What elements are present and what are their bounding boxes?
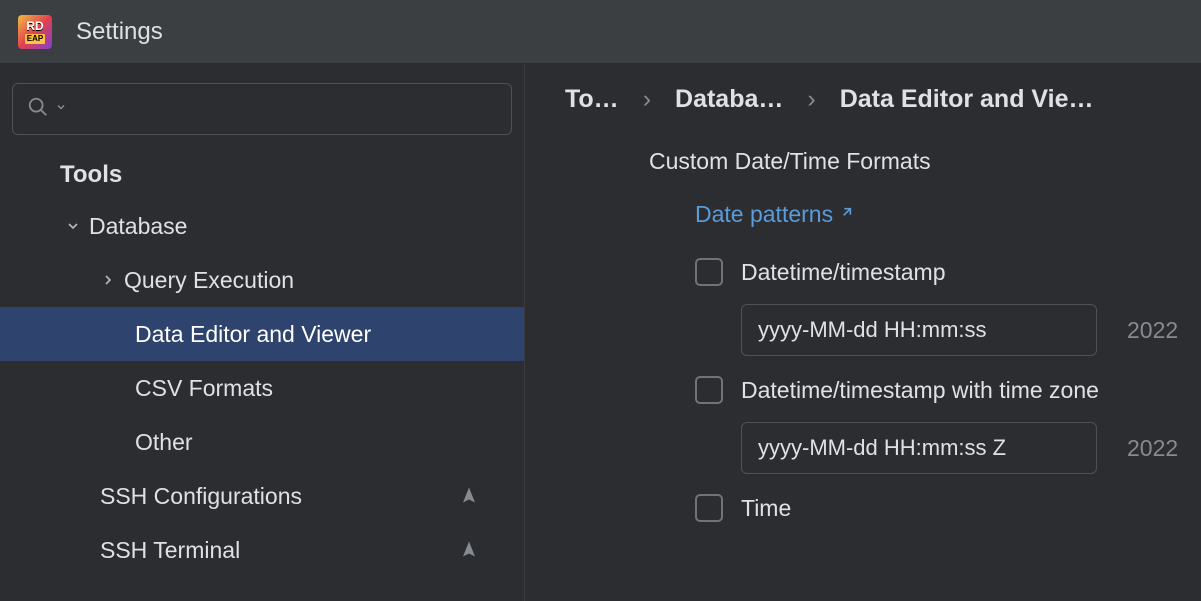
field-label: Datetime/timestamp with time zone bbox=[741, 377, 1099, 404]
tree-item-label: Database bbox=[89, 213, 187, 240]
breadcrumb-item: Data Editor and Vie… bbox=[840, 85, 1094, 114]
project-scope-icon bbox=[460, 483, 478, 510]
search-input[interactable] bbox=[73, 98, 497, 121]
settings-content: To… › Databa… › Data Editor and Vie… Cus… bbox=[525, 63, 1201, 601]
tree-item-label: CSV Formats bbox=[135, 375, 273, 402]
settings-tree: Tools Database Query Execution D bbox=[0, 149, 524, 601]
search-icon bbox=[27, 96, 49, 123]
app-icon: RD EAP bbox=[18, 15, 52, 49]
tree-item-ssh-configurations[interactable]: SSH Configurations bbox=[0, 469, 524, 523]
tree-item-data-editor-viewer[interactable]: Data Editor and Viewer bbox=[0, 307, 524, 361]
chevron-right-icon: › bbox=[807, 85, 815, 114]
search-box[interactable] bbox=[12, 83, 512, 135]
tree-item-database[interactable]: Database bbox=[0, 199, 524, 253]
datetime-tz-format-input[interactable] bbox=[741, 422, 1097, 474]
breadcrumb-item[interactable]: Databa… bbox=[675, 85, 783, 114]
datetime-format-input[interactable] bbox=[741, 304, 1097, 356]
tree-item-label: Other bbox=[135, 429, 193, 456]
tree-item-csv-formats[interactable]: CSV Formats bbox=[0, 361, 524, 415]
date-patterns-link[interactable]: Date patterns bbox=[695, 201, 833, 228]
tree-item-label: SSH Terminal bbox=[100, 537, 240, 564]
breadcrumb-item[interactable]: To… bbox=[565, 85, 619, 114]
window-title: Settings bbox=[76, 18, 163, 46]
project-scope-icon bbox=[460, 537, 478, 564]
field-label: Datetime/timestamp bbox=[741, 259, 946, 286]
preview-text: 2022 bbox=[1127, 435, 1178, 462]
search-dropdown-icon[interactable] bbox=[55, 100, 67, 118]
datetime-tz-checkbox[interactable] bbox=[695, 376, 723, 404]
tree-heading-tools: Tools bbox=[0, 155, 524, 199]
field-label: Time bbox=[741, 495, 791, 522]
chevron-right-icon: › bbox=[643, 85, 651, 114]
preview-text: 2022 bbox=[1127, 317, 1178, 344]
tree-item-other[interactable]: Other bbox=[0, 415, 524, 469]
tree-item-label: Query Execution bbox=[124, 267, 294, 294]
time-checkbox[interactable] bbox=[695, 494, 723, 522]
breadcrumb: To… › Databa… › Data Editor and Vie… bbox=[565, 85, 1201, 114]
tree-item-ssh-terminal[interactable]: SSH Terminal bbox=[0, 523, 524, 577]
section-title: Custom Date/Time Formats bbox=[649, 148, 1201, 175]
settings-sidebar: Tools Database Query Execution D bbox=[0, 63, 525, 601]
tree-item-query-execution[interactable]: Query Execution bbox=[0, 253, 524, 307]
title-bar: RD EAP Settings bbox=[0, 0, 1201, 63]
chevron-down-icon bbox=[65, 218, 83, 234]
tree-item-label: Data Editor and Viewer bbox=[135, 321, 371, 348]
tree-item-label: SSH Configurations bbox=[100, 483, 302, 510]
external-link-icon bbox=[839, 204, 855, 225]
chevron-right-icon bbox=[100, 272, 118, 288]
datetime-checkbox[interactable] bbox=[695, 258, 723, 286]
